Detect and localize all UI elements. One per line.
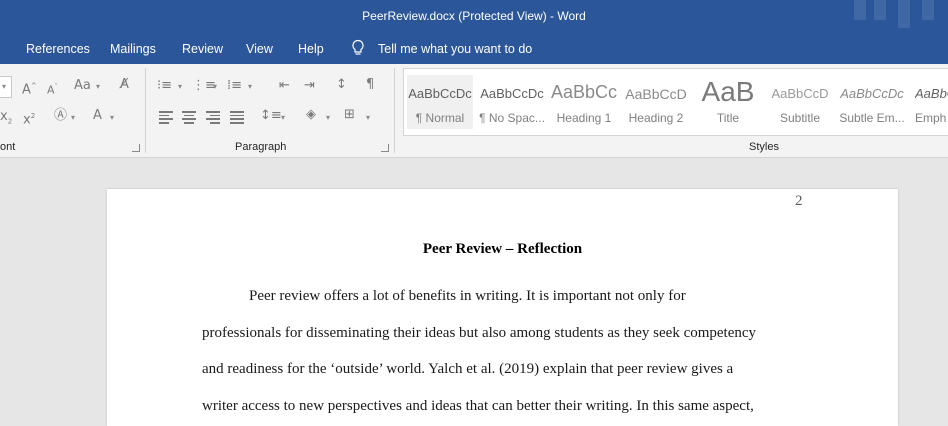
multilevel-list-icon[interactable]: ⁞≡ bbox=[227, 78, 242, 94]
align-left-icon[interactable] bbox=[159, 111, 173, 124]
style-name: Title bbox=[716, 111, 740, 125]
style-name: Subtle Em... bbox=[839, 111, 905, 125]
window-title: PeerReview.docx (Protected View) - Word bbox=[362, 9, 586, 23]
style-no-spacing[interactable]: AaBbCcDc ¶ No Spac... bbox=[479, 75, 545, 129]
shrink-font-icon[interactable]: Aˇ bbox=[47, 79, 58, 99]
style-sample: AaBbCcDc bbox=[840, 86, 904, 101]
paragraph-group-label: Paragraph bbox=[235, 141, 287, 153]
style-title[interactable]: AaB Title bbox=[695, 75, 761, 129]
page-number: 2 bbox=[795, 193, 803, 209]
style-name: Heading 1 bbox=[556, 111, 612, 125]
paragraph-line: and readiness for the ‘outside’ world. Y… bbox=[202, 361, 734, 377]
style-emphasis[interactable]: AaBbCcDc Emph bbox=[911, 75, 948, 129]
chevron-down-icon: ▾ bbox=[2, 82, 7, 91]
chevron-down-icon: ▾ bbox=[366, 113, 371, 122]
chevron-down-icon: ▾ bbox=[71, 113, 76, 122]
chevron-down-icon: ▾ bbox=[178, 82, 183, 91]
chevron-down-icon: ▾ bbox=[213, 82, 218, 91]
align-center-icon[interactable] bbox=[182, 111, 196, 124]
tab-references[interactable]: References bbox=[26, 42, 90, 56]
style-sample: AaB bbox=[701, 76, 755, 107]
shading-icon[interactable]: ◈ bbox=[306, 107, 316, 123]
style-sample: AaBbCcDc bbox=[408, 86, 472, 101]
group-separator bbox=[394, 68, 395, 153]
font-color-icon[interactable]: A bbox=[93, 108, 102, 124]
style-heading-1[interactable]: AaBbCc Heading 1 bbox=[551, 75, 617, 129]
style-sample: AaBbCcD bbox=[625, 86, 687, 102]
styles-gallery: AaBbCcDc ¶ Normal AaBbCcDc ¶ No Spac... … bbox=[403, 68, 948, 136]
paragraph-dialog-launcher-icon[interactable] bbox=[381, 144, 389, 152]
tell-me-search[interactable]: Tell me what you want to do bbox=[378, 42, 532, 56]
change-case-icon[interactable]: Aa bbox=[74, 78, 91, 94]
style-name: ¶ Normal bbox=[415, 111, 465, 125]
style-name: Emph bbox=[915, 111, 947, 125]
style-name: Heading 2 bbox=[628, 111, 684, 125]
bullets-icon[interactable]: ⁝≡ bbox=[157, 78, 172, 94]
group-separator bbox=[145, 68, 146, 153]
style-subtitle[interactable]: AaBbCcD Subtitle bbox=[767, 75, 833, 129]
tab-review[interactable]: Review bbox=[182, 42, 223, 56]
pilcrow-icon[interactable]: ¶ bbox=[366, 77, 374, 93]
paragraph-line: writer access to new perspectives and id… bbox=[202, 398, 754, 414]
decrease-indent-icon[interactable]: ⇤ bbox=[279, 78, 290, 94]
style-sample: AaBbCcDc bbox=[915, 86, 948, 101]
style-normal[interactable]: AaBbCcDc ¶ Normal bbox=[407, 75, 473, 129]
document-page[interactable]: 2 Peer Review – Reflection Peer review o… bbox=[107, 189, 898, 426]
style-subtle-emphasis[interactable]: AaBbCcDc Subtle Em... bbox=[839, 75, 905, 129]
style-name: Subtitle bbox=[779, 111, 821, 125]
title-bar-decoration bbox=[848, 0, 948, 34]
style-heading-2[interactable]: AaBbCcD Heading 2 bbox=[623, 75, 689, 129]
style-sample: AaBbCc bbox=[551, 82, 617, 102]
tab-help[interactable]: Help bbox=[298, 42, 324, 56]
font-dialog-launcher-icon[interactable] bbox=[132, 144, 140, 152]
menu-bar: References Mailings Review View Help Tel… bbox=[0, 34, 948, 64]
increase-indent-icon[interactable]: ⇥ bbox=[304, 78, 315, 94]
subscript-icon[interactable]: x2 bbox=[0, 109, 12, 130]
font-group-label: ont bbox=[0, 141, 16, 153]
sort-icon[interactable]: ↕ bbox=[336, 77, 347, 93]
paragraph-line: professionals for disseminating their id… bbox=[202, 325, 757, 341]
lightbulb-icon bbox=[352, 39, 364, 55]
chevron-down-icon: ▾ bbox=[96, 82, 101, 91]
clear-formatting-icon[interactable]: A̸ bbox=[120, 77, 129, 93]
chevron-down-icon: ▾ bbox=[248, 82, 253, 91]
tab-mailings[interactable]: Mailings bbox=[110, 42, 156, 56]
document-title: Peer Review – Reflection bbox=[422, 241, 583, 257]
align-right-icon[interactable] bbox=[206, 111, 220, 124]
chevron-down-icon: ▾ bbox=[281, 113, 286, 122]
style-sample: AaBbCcDc bbox=[480, 86, 544, 101]
chevron-down-icon: ▾ bbox=[326, 113, 331, 122]
title-bar: PeerReview.docx (Protected View) - Word bbox=[0, 0, 948, 34]
text-effects-icon[interactable]: Ⓐ bbox=[54, 108, 67, 124]
tab-view[interactable]: View bbox=[246, 42, 273, 56]
superscript-icon[interactable]: x2 bbox=[23, 108, 35, 128]
paragraph-line: Peer review offers a lot of benefits in … bbox=[249, 288, 686, 304]
line-spacing-icon[interactable]: ↕≡ bbox=[260, 108, 282, 124]
ribbon: ▾ A^ Aˇ Aa ▾ A̸ x2 x2 Ⓐ ▾ A ▾ ont ⁝≡ ▾ ⋮… bbox=[0, 64, 948, 158]
grow-font-icon[interactable]: A^ bbox=[22, 78, 37, 98]
justify-icon[interactable] bbox=[230, 111, 244, 124]
chevron-down-icon: ▾ bbox=[110, 113, 115, 122]
style-sample: AaBbCcD bbox=[771, 86, 829, 101]
borders-icon[interactable]: ⊞ bbox=[344, 107, 355, 123]
styles-group-label: Styles bbox=[749, 141, 779, 153]
style-name: ¶ No Spac... bbox=[479, 111, 545, 125]
